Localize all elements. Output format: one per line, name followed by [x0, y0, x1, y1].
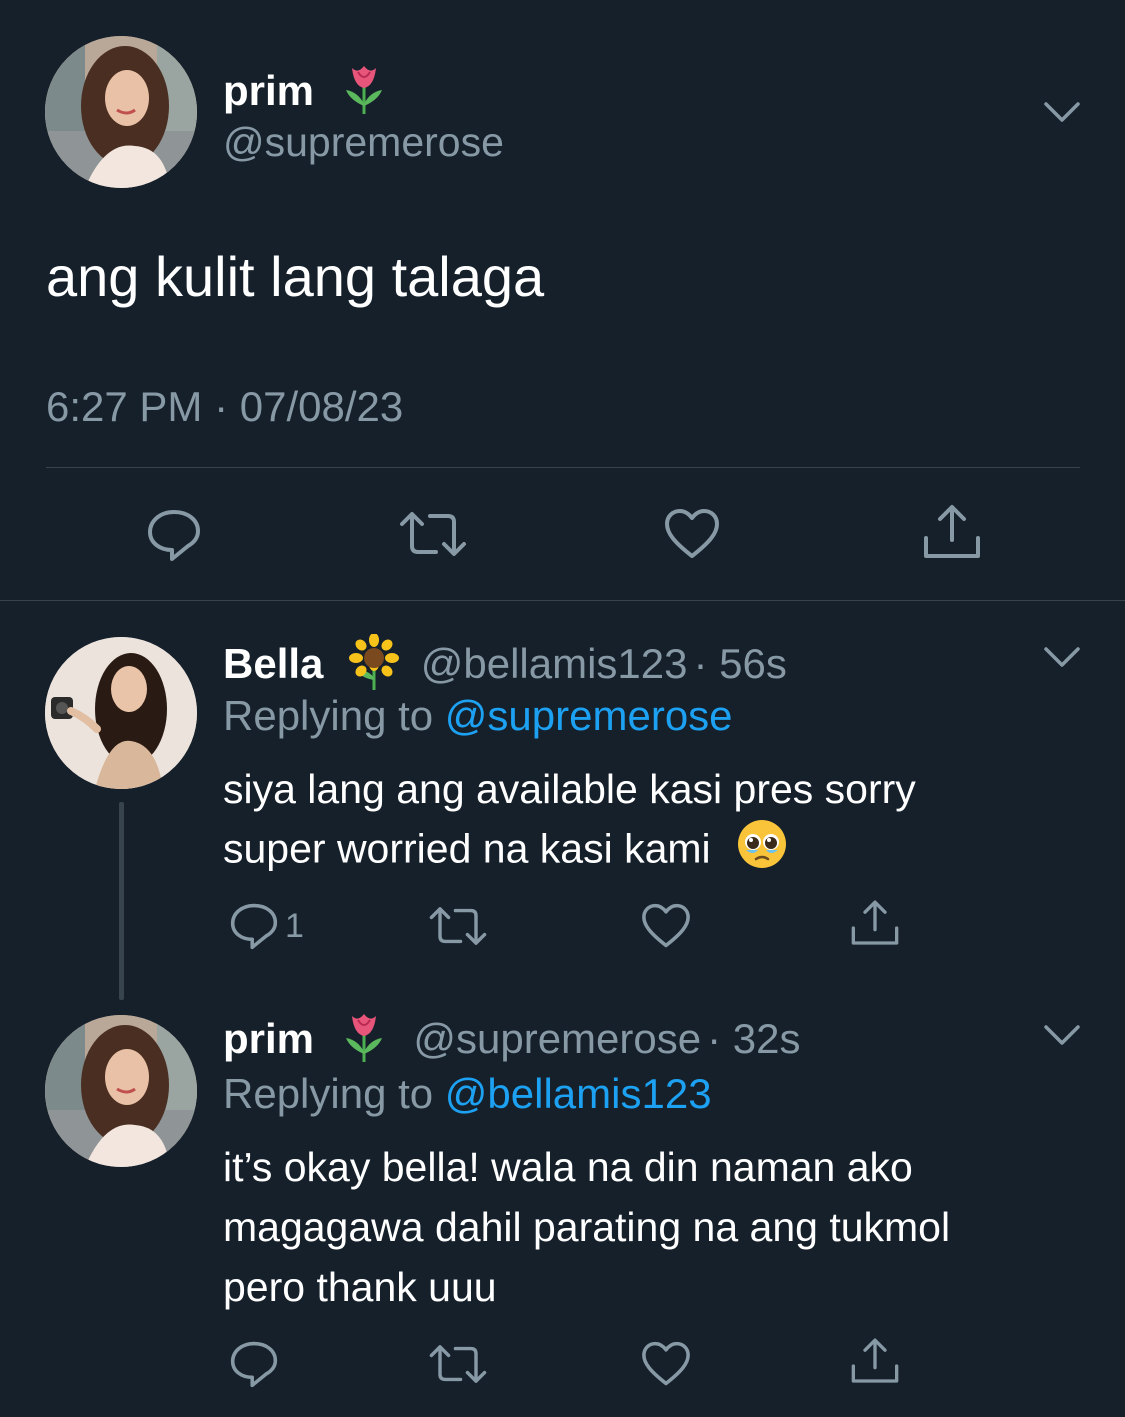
replying-to: Replying to @supremerose [223, 692, 733, 740]
replying-to-link[interactable]: @bellamis123 [445, 1070, 712, 1117]
reply-icon [146, 508, 202, 562]
pleading-face-emoji [736, 818, 788, 885]
heart-icon [641, 1341, 691, 1387]
divider [0, 600, 1125, 601]
text-line: magagawa dahil parating na ang tukmol [223, 1204, 951, 1250]
retweet-button[interactable] [428, 1343, 488, 1385]
replying-prefix: Replying to [223, 692, 434, 739]
reply-button[interactable] [229, 1340, 279, 1388]
replying-prefix: Replying to [223, 1070, 434, 1117]
reply-text: siya lang ang available kasi pres sorry … [223, 760, 1083, 885]
timestamp[interactable]: · 56s [694, 640, 787, 687]
display-name[interactable]: prim [223, 67, 314, 114]
share-button[interactable] [850, 899, 900, 947]
chevron-down-icon[interactable] [1044, 100, 1080, 124]
display-name[interactable]: prim [223, 1015, 314, 1062]
share-button[interactable] [850, 1337, 900, 1385]
divider [46, 467, 1080, 468]
reply-button[interactable]: 1 [229, 902, 304, 950]
retweet-icon [428, 905, 488, 947]
avatar-prim[interactable] [45, 36, 197, 188]
main-tweet-timestamp[interactable]: 6:27 PM · 07/08/23 [46, 382, 403, 432]
reply-icon [229, 902, 279, 950]
avatar-prim[interactable] [45, 1015, 197, 1167]
like-button[interactable] [641, 1341, 691, 1387]
replying-to-link[interactable]: @supremerose [445, 692, 733, 739]
tulip-emoji [340, 1012, 388, 1072]
retweet-button[interactable] [398, 510, 468, 558]
retweet-icon [398, 510, 468, 558]
reply-button[interactable] [146, 508, 202, 562]
tweet-thread: prim @supremerose ang kulit lang talaga … [0, 0, 1125, 1417]
text-line: pero thank uuu [223, 1264, 497, 1310]
like-button[interactable] [664, 508, 720, 560]
heart-icon [641, 903, 691, 949]
main-tweet-name[interactable]: prim [223, 64, 388, 124]
display-name[interactable]: Bella [223, 640, 323, 687]
like-button[interactable] [641, 903, 691, 949]
main-tweet-text: ang kulit lang talaga [46, 245, 545, 308]
share-button[interactable] [922, 504, 982, 560]
replying-to: Replying to @bellamis123 [223, 1070, 712, 1118]
retweet-button[interactable] [428, 905, 488, 947]
tulip-emoji [340, 64, 388, 124]
thread-connector [119, 802, 124, 1000]
text-line: siya lang ang available kasi pres sorry [223, 766, 916, 812]
share-icon [850, 899, 900, 947]
handle[interactable]: @bellamis123 [421, 640, 688, 687]
reply-header: Bella @bellamis123 · 56s [223, 633, 787, 700]
text-line: it’s okay bella! wala na din naman ako [223, 1144, 913, 1190]
timestamp[interactable]: · 32s [707, 1015, 800, 1062]
avatar-bella[interactable] [45, 637, 197, 789]
chevron-down-icon[interactable] [1044, 1023, 1080, 1047]
share-icon [850, 1337, 900, 1385]
share-icon [922, 504, 982, 560]
sunflower-emoji [349, 633, 400, 700]
heart-icon [664, 508, 720, 560]
reply-header: prim @supremerose · 32s [223, 1012, 800, 1072]
chevron-down-icon[interactable] [1044, 645, 1080, 669]
reply-text: it’s okay bella! wala na din naman ako m… [223, 1137, 1083, 1317]
text-line: super worried na kasi kami [223, 818, 1083, 885]
retweet-icon [428, 1343, 488, 1385]
reply-count: 1 [285, 907, 304, 945]
handle[interactable]: @supremerose [413, 1015, 701, 1062]
main-tweet-handle[interactable]: @supremerose [223, 118, 504, 166]
reply-icon [229, 1340, 279, 1388]
